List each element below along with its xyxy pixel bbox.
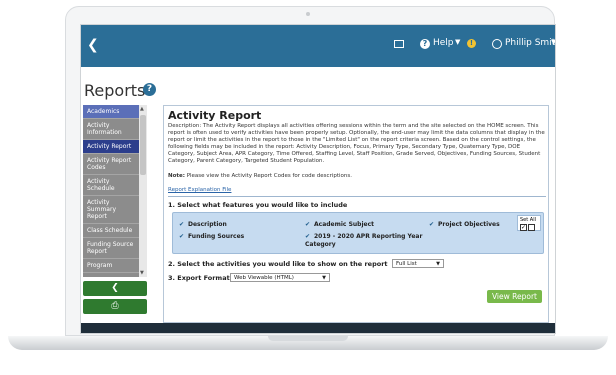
set-all-label: Set All [520, 217, 536, 223]
help-icon[interactable]: ? [143, 83, 156, 96]
report-panel: Activity Report Description: The Activit… [163, 105, 549, 323]
top-bar: ❮ ? Help ▼ ! Phillip Smith ▼ [81, 25, 555, 67]
footer-bar [81, 323, 555, 333]
scroll-up-icon[interactable]: ▲ [140, 106, 144, 112]
view-report-button[interactable]: View Report [486, 290, 542, 303]
feature-academic-subject[interactable]: ✔ Academic Subject [305, 221, 374, 228]
checkmark-icon[interactable]: ✔ [429, 221, 435, 228]
feature-label: Funding Sources [188, 233, 245, 240]
user-menu[interactable]: Phillip Smith [505, 38, 555, 48]
sidebar: Academics Activity Information Activity … [83, 105, 147, 277]
chevron-down-icon[interactable]: ▼ [455, 38, 460, 46]
report-description: Description: The Activity Report display… [168, 123, 545, 164]
sidebar-item-activity-report[interactable]: Activity Report [83, 140, 139, 154]
back-chevron-icon[interactable]: ❮ [87, 37, 99, 53]
uncheck-all-icon[interactable] [528, 224, 535, 231]
set-all-control[interactable]: Set All ✓ [517, 215, 541, 231]
sidebar-item-activity-schedule[interactable]: Activity Schedule [83, 175, 139, 196]
sidebar-item-program[interactable]: Program [83, 259, 139, 273]
back-button[interactable]: ❮ [83, 281, 147, 296]
chevron-down-icon[interactable]: ▼ [551, 38, 555, 46]
feature-label: Project Objectives [438, 221, 500, 228]
page-title: Reports [84, 81, 146, 100]
scroll-down-icon[interactable]: ▼ [140, 270, 144, 276]
sidebar-item-activity-summary-report[interactable]: Activity Summary Report [83, 196, 139, 224]
printer-icon: ⎙ [111, 301, 119, 311]
scroll-thumb[interactable] [140, 115, 146, 175]
help-menu[interactable]: Help [433, 38, 454, 48]
activities-select[interactable]: Full List ▼ [392, 259, 444, 268]
checkmark-icon[interactable]: ✔ [179, 221, 185, 228]
sidebar-item-activity-information[interactable]: Activity Information [83, 119, 139, 140]
features-box: ✔ Description ✔ Academic Subject ✔ Project … [172, 212, 544, 254]
feature-label: Description [188, 221, 227, 228]
mail-icon[interactable] [394, 40, 404, 48]
sidebar-item-academics[interactable]: Academics [83, 105, 139, 119]
report-explanation-link[interactable]: Report Explanation File [168, 187, 231, 193]
feature-label: 2019 - 2020 APR Reporting Year Category [305, 233, 423, 248]
check-all-icon[interactable]: ✓ [520, 224, 527, 231]
section-activities-label: 2. Select the activities you would like … [168, 260, 388, 268]
notification-badge[interactable]: ! [467, 39, 476, 48]
help-icon[interactable]: ? [420, 39, 430, 49]
sidebar-scrollbar[interactable]: ▲ ▼ [139, 105, 147, 277]
checkmark-icon[interactable]: ✔ [305, 233, 311, 241]
export-format-value: Web Viewable (HTML) [234, 275, 294, 281]
sidebar-item-funding-source-report[interactable]: Funding Source Report [83, 238, 139, 259]
camera-dot [306, 12, 310, 16]
feature-description[interactable]: ✔ Description [179, 221, 227, 228]
sidebar-item-class-schedule[interactable]: Class Schedule [83, 224, 139, 238]
report-note: Note: Please view the Activity Report Co… [168, 173, 352, 179]
chevron-down-icon: ▼ [322, 275, 326, 281]
note-text: Please view the Activity Report Codes fo… [186, 173, 352, 179]
screen: ❮ ? Help ▼ ! Phillip Smith ▼ Reports ? A… [80, 24, 556, 334]
user-icon[interactable] [492, 39, 502, 49]
stage: ❮ ? Help ▼ ! Phillip Smith ▼ Reports ? A… [0, 0, 616, 375]
feature-apr-category[interactable]: ✔ 2019 - 2020 APR Reporting Year Category [305, 233, 423, 249]
feature-project-objectives[interactable]: ✔ Project Objectives [429, 221, 500, 228]
note-label: Note: [168, 173, 185, 179]
print-button[interactable]: ⎙ [83, 299, 147, 314]
chevron-left-icon: ❮ [111, 283, 119, 293]
divider [168, 196, 546, 197]
laptop-notch [268, 336, 348, 341]
activities-value: Full List [396, 261, 417, 267]
checkmark-icon[interactable]: ✔ [179, 233, 185, 240]
sidebar-item-activity-report-codes[interactable]: Activity Report Codes [83, 154, 139, 175]
feature-funding-sources[interactable]: ✔ Funding Sources [179, 233, 244, 240]
feature-label: Academic Subject [314, 221, 375, 228]
panel-title: Activity Report [168, 109, 262, 122]
checkmark-icon[interactable]: ✔ [305, 221, 311, 228]
chevron-down-icon: ▼ [436, 261, 440, 267]
export-format-select[interactable]: Web Viewable (HTML) ▼ [230, 273, 330, 282]
section-features-label: 1. Select what features you would like t… [168, 201, 348, 209]
section-export-label: 3. Export Format: [168, 274, 233, 282]
